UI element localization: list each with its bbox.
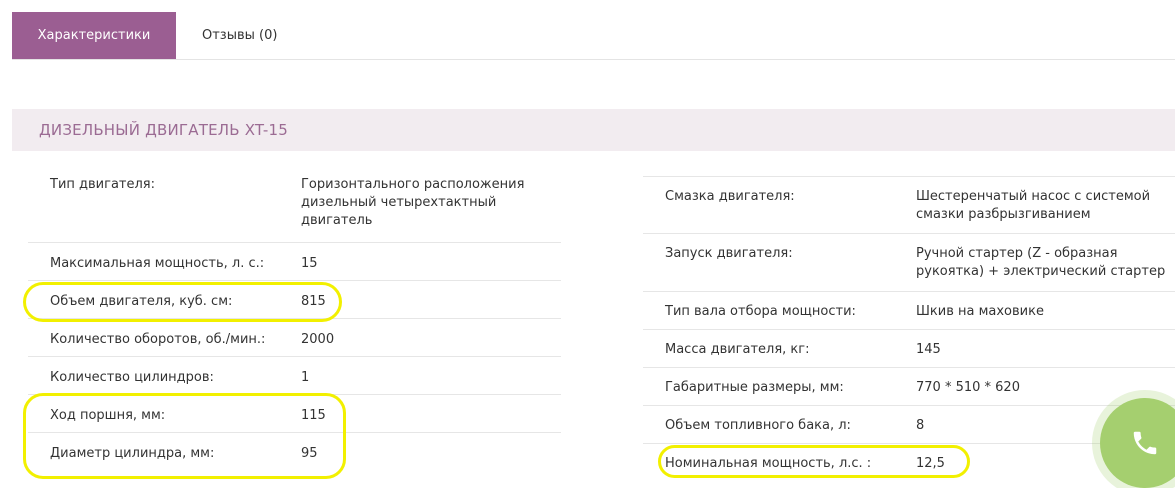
spec-value: 145 (916, 342, 941, 357)
spec-row: Диаметр цилиндра, мм: 95 (28, 433, 561, 470)
spec-row: Тип вала отбора мощности: Шкив на махови… (643, 292, 1175, 330)
spec-label: Габаритные размеры, мм: (665, 380, 844, 395)
spec-value: 95 (301, 446, 318, 461)
tab-reviews[interactable]: Отзывы (0) (202, 12, 277, 59)
spec-row: Количество цилиндров: 1 (28, 357, 561, 395)
section-title: ДИЗЕЛЬНЫЙ ДВИГАТЕЛЬ XT-15 (12, 109, 1175, 151)
spec-label: Ход поршня, мм: (50, 408, 166, 423)
spec-value: 770 * 510 * 620 (916, 380, 1020, 395)
spec-value: 2000 (301, 332, 335, 347)
spec-row: Масса двигателя, кг: 145 (643, 330, 1175, 368)
spec-row: Смазка двигателя: Шестеренчатый насос с … (643, 177, 1175, 234)
spec-value: 815 (301, 294, 326, 309)
spec-value: 15 (301, 256, 318, 271)
specs-table-right: Смазка двигателя: Шестеренчатый насос с … (643, 176, 1175, 471)
spec-row: Максимальная мощность, л. с.: 15 (28, 243, 561, 281)
spec-value: 115 (301, 408, 326, 423)
spec-value: Горизонтального расположения дизельный ч… (301, 177, 525, 228)
spec-label: Тип двигателя: (50, 177, 155, 192)
tab-characteristics[interactable]: Характеристики (12, 12, 176, 59)
spec-row: Номинальная мощность, л.с. : 12,5 (643, 444, 1175, 481)
spec-value: Шкив на маховике (916, 304, 1044, 319)
spec-label: Тип вала отбора мощности: (665, 304, 856, 319)
spec-row: Объем двигателя, куб. см: 815 (28, 281, 561, 319)
spec-label: Количество оборотов, об./мин.: (50, 332, 266, 347)
spec-label: Максимальная мощность, л. с.: (50, 256, 265, 271)
spec-row: Тип двигателя: Горизонтального расположе… (28, 176, 561, 243)
spec-row: Габаритные размеры, мм: 770 * 510 * 620 (643, 368, 1175, 406)
spec-value: Ручной стартер (Z - образная рукоятка) +… (916, 246, 1166, 279)
spec-row: Ход поршня, мм: 115 (28, 395, 561, 433)
spec-value: Шестеренчатый насос с системой смазки ра… (916, 189, 1151, 222)
spec-label: Объем топливного бака, л: (665, 418, 851, 433)
spec-label: Объем двигателя, куб. см: (50, 294, 233, 309)
tab-bar: Характеристики Отзывы (0) (12, 12, 1175, 60)
spec-label: Диаметр цилиндра, мм: (50, 446, 215, 461)
spec-label: Номинальная мощность, л.с. : (665, 456, 872, 471)
spec-value: 1 (301, 370, 310, 385)
spec-row: Количество оборотов, об./мин.: 2000 (28, 319, 561, 357)
spec-label: Смазка двигателя: (665, 189, 795, 204)
spec-label: Запуск двигателя: (665, 246, 793, 261)
spec-label: Масса двигателя, кг: (665, 342, 810, 357)
spec-row: Объем топливного бака, л: 8 (643, 406, 1175, 444)
phone-icon (1130, 426, 1160, 464)
spec-label: Количество цилиндров: (50, 370, 214, 385)
spec-row: Запуск двигателя: Ручной стартер (Z - об… (643, 234, 1175, 292)
